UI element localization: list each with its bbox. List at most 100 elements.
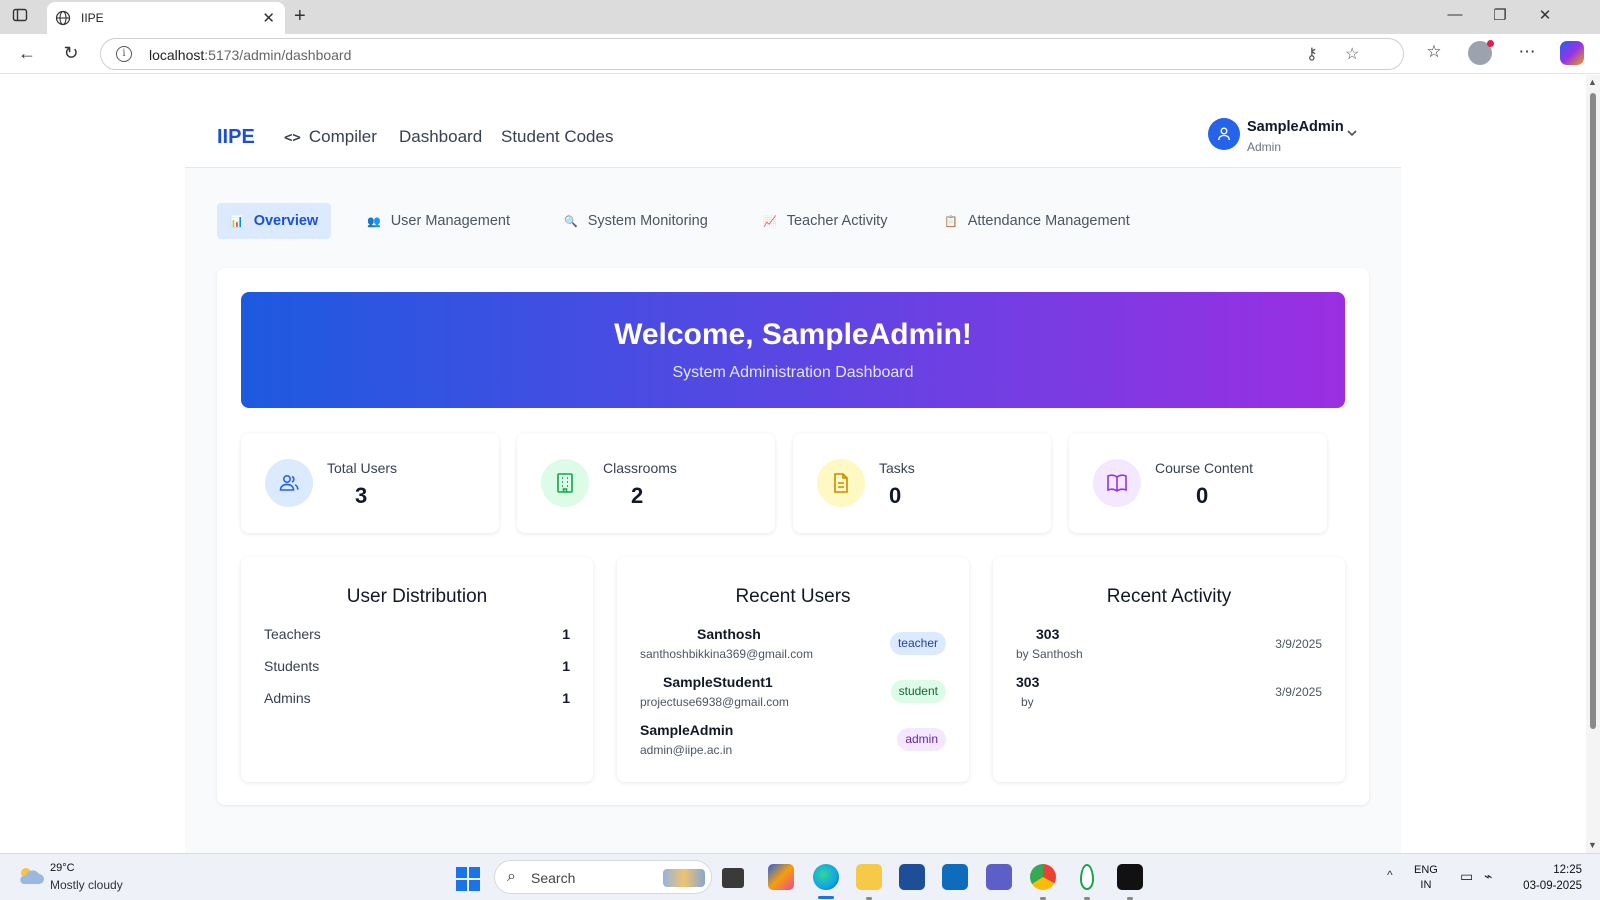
card-title: User Distribution	[346, 586, 488, 607]
close-window-icon[interactable]: ✕	[1530, 6, 1560, 24]
edge-browser-icon[interactable]	[813, 864, 839, 890]
welcome-subtitle: System Administration Dashboard	[672, 364, 914, 381]
recent-users-card: Recent Users Santhosh santhoshbikkina369…	[617, 557, 969, 782]
mongodb-compass-icon[interactable]	[1080, 864, 1094, 890]
network-icon[interactable]: ⌁	[1484, 868, 1492, 885]
restore-icon[interactable]: ❐	[1485, 6, 1515, 24]
teams-icon[interactable]	[986, 864, 1012, 890]
scroll-down-icon[interactable]: ▼	[1588, 840, 1597, 850]
key-icon[interactable]: ⚷	[1306, 44, 1318, 64]
tab-actions-icon[interactable]	[12, 7, 32, 27]
stat-value: 0	[889, 483, 902, 508]
stat-label: Tasks	[879, 460, 915, 476]
tab-teacher-activity[interactable]: 📈 Teacher Activity	[750, 203, 900, 239]
chrome-icon[interactable]	[1030, 864, 1056, 890]
tab-overview[interactable]: 📊 Overview	[217, 203, 332, 239]
app-header: IIPE <> Compiler Dashboard Student Codes …	[185, 104, 1401, 168]
recent-activity-card: Recent Activity 303 by Santhosh 3/9/2025…	[993, 557, 1345, 782]
stat-label: Course Content	[1155, 460, 1254, 476]
browser-tab-active[interactable]: IIPE ✕	[47, 2, 285, 34]
card-title: Recent Users	[735, 586, 851, 607]
clock[interactable]: 12:25 03-09-2025	[1518, 862, 1582, 894]
weather-temperature[interactable]: 29°C	[50, 862, 75, 874]
stat-label: Classrooms	[603, 460, 677, 476]
scroll-up-icon[interactable]: ▲	[1588, 77, 1597, 87]
more-options-icon[interactable]: ⋯	[1514, 42, 1540, 62]
copilot-icon[interactable]	[1560, 41, 1584, 65]
recent-user-email: admin@iipe.ac.in	[640, 743, 733, 757]
recent-user-name: SampleStudent1	[663, 674, 773, 690]
task-view-icon[interactable]	[722, 868, 744, 888]
stat-label: Total Users	[327, 460, 398, 476]
user-name[interactable]: SampleAdmin	[1247, 119, 1344, 135]
recent-user-name: SampleAdmin	[640, 722, 734, 738]
recent-user-name: Santhosh	[697, 626, 761, 642]
role-badge: teacher	[889, 632, 946, 655]
page-scrollbar[interactable]: ▲ ▼	[1586, 75, 1600, 853]
recent-user-email: projectuse6938@gmail.com	[640, 695, 789, 709]
distribution-row: Admins 1	[264, 690, 570, 706]
browser-toolbar: ← ↻ i localhost:5173/admin/dashboard ⚷ ☆…	[0, 34, 1600, 74]
user-role: Admin	[1247, 140, 1282, 154]
tab-attendance-management[interactable]: 📋 Attendance Management	[931, 203, 1143, 239]
nav-student-codes[interactable]: Student Codes	[501, 127, 613, 147]
windows-taskbar: 29°C Mostly cloudy ⌕ Search ^ ENG IN ▭ ⌁ …	[0, 853, 1600, 900]
distribution-row: Students 1	[264, 658, 570, 674]
user-avatar[interactable]	[1208, 118, 1240, 150]
chart-icon: 📊	[230, 216, 244, 228]
copilot-app-icon[interactable]	[768, 864, 794, 890]
recent-user-email: santhoshbikkina369@gmail.com	[640, 647, 813, 661]
nav-compiler[interactable]: <> Compiler	[284, 127, 377, 147]
chevron-down-icon[interactable]	[1345, 126, 1359, 140]
card-title: Recent Activity	[1106, 586, 1232, 607]
activity-date: 3/9/2025	[1275, 685, 1322, 699]
trend-chart-icon: 📈	[763, 216, 777, 228]
windows-start-icon[interactable]	[456, 867, 480, 891]
distribution-row: Teachers 1	[264, 626, 570, 642]
brand-logo[interactable]: IIPE	[217, 126, 255, 149]
nav-dashboard[interactable]: Dashboard	[399, 127, 482, 147]
microsoft-store-icon[interactable]	[899, 864, 925, 890]
new-tab-icon[interactable]: +	[294, 5, 306, 28]
activity-title: 303	[1036, 626, 1060, 642]
stat-value: 3	[355, 483, 368, 508]
cloud-icon[interactable]	[16, 864, 44, 886]
show-hidden-icons-icon[interactable]: ^	[1387, 868, 1393, 882]
stat-card-course-content: Course Content 0	[1069, 433, 1327, 533]
clipboard-icon: 📋	[944, 216, 958, 228]
tab-system-monitoring[interactable]: 🔍 System Monitoring	[551, 203, 721, 239]
globe-icon	[55, 10, 71, 26]
document-icon	[817, 459, 865, 507]
notification-dot	[1487, 40, 1494, 47]
language-indicator[interactable]: ENG IN	[1414, 863, 1438, 893]
file-explorer-icon[interactable]	[856, 864, 882, 890]
building-icon	[541, 459, 589, 507]
activity-title: 303	[1016, 674, 1040, 690]
favorite-star-icon[interactable]: ☆	[1345, 44, 1359, 64]
reload-icon[interactable]: ↻	[59, 43, 83, 64]
search-placeholder: Search	[531, 870, 576, 886]
scroll-thumb[interactable]	[1590, 93, 1596, 729]
outlook-icon[interactable]	[942, 864, 968, 890]
weather-description[interactable]: Mostly cloudy	[50, 878, 123, 892]
activity-author: by Santhosh	[1016, 647, 1083, 661]
display-icon[interactable]: ▭	[1460, 868, 1473, 885]
tab-user-management[interactable]: 👥 User Management	[354, 203, 523, 239]
search-highlight-image	[663, 869, 705, 887]
search-icon: ⌕	[507, 868, 516, 885]
activity-author: by	[1021, 695, 1034, 709]
site-info-icon[interactable]: i	[116, 46, 132, 62]
app-root: IIPE <> Compiler Dashboard Student Codes …	[185, 104, 1401, 853]
stat-value: 2	[631, 483, 644, 508]
activity-date: 3/9/2025	[1275, 637, 1322, 651]
active-app-indicator	[818, 896, 834, 899]
minimize-icon[interactable]: —	[1440, 6, 1470, 23]
back-icon[interactable]: ←	[15, 43, 39, 64]
browser-tab-bar: IIPE ✕ + — ❐ ✕	[0, 0, 1600, 34]
address-bar[interactable]: i localhost:5173/admin/dashboard ⚷ ☆	[100, 38, 1404, 70]
dev-app-icon[interactable]	[1117, 864, 1143, 890]
favorites-icon[interactable]: ☆	[1421, 42, 1447, 62]
close-tab-icon[interactable]: ✕	[262, 9, 275, 27]
stat-card-tasks: Tasks 0	[793, 433, 1051, 533]
taskbar-search[interactable]: ⌕ Search	[494, 860, 712, 894]
